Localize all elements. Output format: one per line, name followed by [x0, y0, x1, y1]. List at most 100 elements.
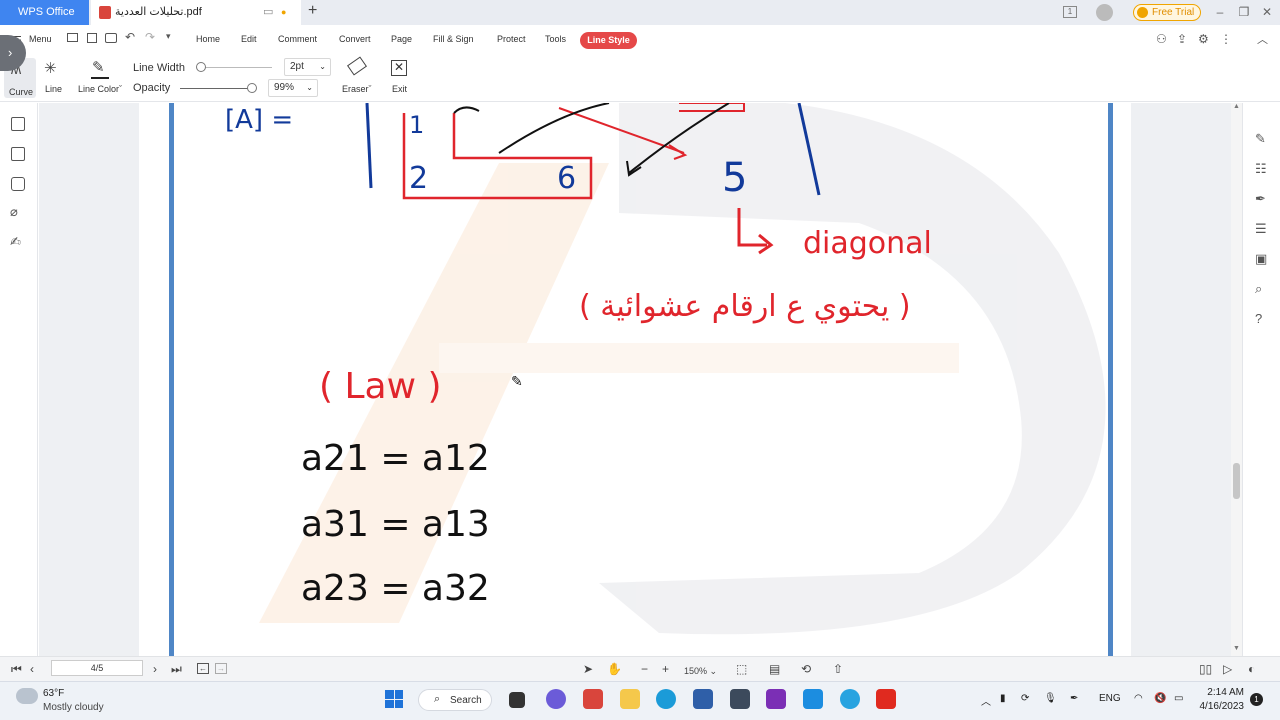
- prev-page-icon[interactable]: ‹: [30, 663, 34, 675]
- avatar[interactable]: [1096, 4, 1113, 21]
- window-count-icon[interactable]: 1: [1063, 6, 1077, 18]
- line-width-slider[interactable]: [198, 67, 272, 68]
- scrollbar-thumb[interactable]: [1233, 463, 1240, 499]
- signature-icon[interactable]: ✍: [10, 234, 21, 250]
- print-icon[interactable]: [105, 33, 117, 43]
- settings-gear-icon[interactable]: ⚙: [1198, 32, 1209, 46]
- eraser-icon[interactable]: [347, 56, 367, 76]
- wps-office-tab[interactable]: WPS Office: [0, 0, 89, 25]
- search-doc-icon[interactable]: ⌕: [1255, 281, 1262, 297]
- bookmark-icon[interactable]: [11, 117, 25, 131]
- microphone-icon[interactable]: 🎙: [1044, 693, 1057, 704]
- comment-icon[interactable]: [11, 177, 25, 191]
- more-dots-icon[interactable]: ⋮: [1220, 32, 1232, 46]
- more-chevron-icon[interactable]: ▾: [166, 31, 171, 42]
- select-cursor-icon[interactable]: ➤: [583, 663, 593, 675]
- zoom-level[interactable]: 150% ⌄: [684, 665, 717, 677]
- line-tool-label[interactable]: Line: [45, 84, 62, 94]
- share-icon[interactable]: ⇪: [1177, 32, 1187, 46]
- weather-cloudy-icon[interactable]: [16, 688, 38, 704]
- help-icon[interactable]: ?: [1255, 311, 1262, 326]
- restore-icon[interactable]: ❐: [1237, 5, 1251, 19]
- zoom-out-icon[interactable]: −: [641, 663, 648, 675]
- opacity-slider[interactable]: [180, 88, 254, 89]
- collapse-ribbon-icon[interactable]: ︿: [1257, 31, 1268, 47]
- metrics-app-icon[interactable]: [730, 689, 750, 709]
- new-tab-button[interactable]: +: [308, 2, 317, 20]
- close-icon[interactable]: ✕: [1260, 5, 1274, 19]
- document-viewer[interactable]: [A] = 1 2 6 5 diagonal ( يحتوي ع ارقام ع…: [39, 98, 1231, 656]
- page-layout-icon[interactable]: ▤: [769, 663, 780, 675]
- play-icon[interactable]: ▷: [1223, 663, 1232, 675]
- tray-sync-icon[interactable]: ⟳: [1021, 693, 1029, 704]
- pen-app-icon[interactable]: [803, 689, 823, 709]
- taskbar-search[interactable]: ⌕ Search: [418, 689, 492, 711]
- menu-fill-sign[interactable]: Fill & Sign: [433, 34, 474, 44]
- opacity-select[interactable]: 99% ⌄: [268, 79, 318, 97]
- line-width-select[interactable]: 2pt ⌄: [284, 58, 331, 76]
- menu-home[interactable]: Home: [196, 34, 220, 44]
- vertical-scrollbar[interactable]: ▲ ▼: [1231, 103, 1242, 656]
- menu-page[interactable]: Page: [391, 34, 412, 44]
- youtube-icon[interactable]: [876, 689, 896, 709]
- opacity-knob[interactable]: [247, 83, 257, 93]
- tab-monitor-icon[interactable]: ▭: [263, 0, 273, 25]
- edge-browser-icon[interactable]: [656, 689, 676, 709]
- back-view-icon[interactable]: ←: [197, 663, 209, 674]
- pen-tray-icon[interactable]: ✒: [1070, 693, 1078, 704]
- attachment-icon[interactable]: ⌀: [10, 204, 18, 220]
- clock-date[interactable]: 4/16/2023: [1196, 701, 1245, 712]
- exit-icon[interactable]: ✕: [391, 60, 407, 76]
- file-explorer-icon[interactable]: [620, 689, 640, 709]
- fit-page-icon[interactable]: ⬚: [736, 663, 747, 675]
- exit-button[interactable]: Exit: [392, 84, 407, 94]
- menu-line-style[interactable]: Line Style: [580, 32, 637, 49]
- undo-icon[interactable]: ↶: [125, 30, 135, 44]
- tray-app-icon[interactable]: ▮: [1000, 693, 1006, 704]
- language-indicator[interactable]: ENG: [1099, 693, 1121, 704]
- menu-button[interactable]: Menu: [29, 34, 52, 44]
- next-page-icon[interactable]: ›: [153, 663, 157, 675]
- forward-view-icon[interactable]: →: [215, 663, 227, 674]
- scroll-down-icon[interactable]: ▼: [1233, 645, 1240, 652]
- thumbnail-icon[interactable]: [11, 147, 25, 161]
- menu-comment[interactable]: Comment: [278, 34, 317, 44]
- save-icon[interactable]: [87, 33, 97, 43]
- volume-mute-icon[interactable]: 🔇: [1154, 693, 1166, 704]
- read-mode-icon[interactable]: ▯▯: [1199, 663, 1212, 675]
- open-folder-icon[interactable]: [67, 33, 78, 42]
- export-icon[interactable]: ⇧: [833, 663, 843, 675]
- list-icon[interactable]: ☰: [1255, 221, 1267, 237]
- page-number-input[interactable]: 4/5: [51, 660, 143, 676]
- line-icon[interactable]: ✳: [44, 59, 57, 77]
- scroll-up-icon[interactable]: ▲: [1233, 103, 1240, 110]
- windows-start-icon[interactable]: [385, 690, 403, 708]
- line-color-button[interactable]: Line Colorˇ: [78, 84, 122, 94]
- hand-tool-icon[interactable]: ✋: [607, 663, 622, 675]
- last-page-icon[interactable]: ⏭: [171, 663, 182, 675]
- document-info-icon[interactable]: ☷: [1255, 161, 1267, 177]
- menu-protect[interactable]: Protect: [497, 34, 526, 44]
- telegram-icon[interactable]: [840, 689, 860, 709]
- zoom-in-icon[interactable]: +: [662, 663, 669, 675]
- menu-edit[interactable]: Edit: [241, 34, 257, 44]
- teams-chat-icon[interactable]: [546, 689, 566, 709]
- redo-icon[interactable]: ↷: [145, 30, 155, 44]
- weather-desc[interactable]: Mostly cloudy: [43, 702, 104, 713]
- eraser-button[interactable]: Eraserˇ: [342, 84, 372, 94]
- battery-icon[interactable]: ▭: [1174, 693, 1183, 704]
- sign-pen-icon[interactable]: ✒: [1255, 191, 1266, 207]
- notification-badge[interactable]: 1: [1250, 693, 1263, 706]
- minimize-icon[interactable]: –: [1213, 5, 1227, 19]
- menu-convert[interactable]: Convert: [339, 34, 371, 44]
- weather-temp[interactable]: 63°F: [43, 688, 64, 699]
- account-icon[interactable]: ⚇: [1156, 32, 1167, 46]
- wifi-icon[interactable]: ◠: [1134, 693, 1143, 704]
- edit-note-icon[interactable]: ✎: [1255, 131, 1266, 147]
- view-mode-icon[interactable]: ◐: [1248, 663, 1255, 675]
- pen-icon[interactable]: ✎: [92, 58, 105, 76]
- store-icon[interactable]: [693, 689, 713, 709]
- clock-time[interactable]: 2:14 AM: [1198, 687, 1244, 698]
- line-width-knob[interactable]: [196, 62, 206, 72]
- wps-app-icon[interactable]: [583, 689, 603, 709]
